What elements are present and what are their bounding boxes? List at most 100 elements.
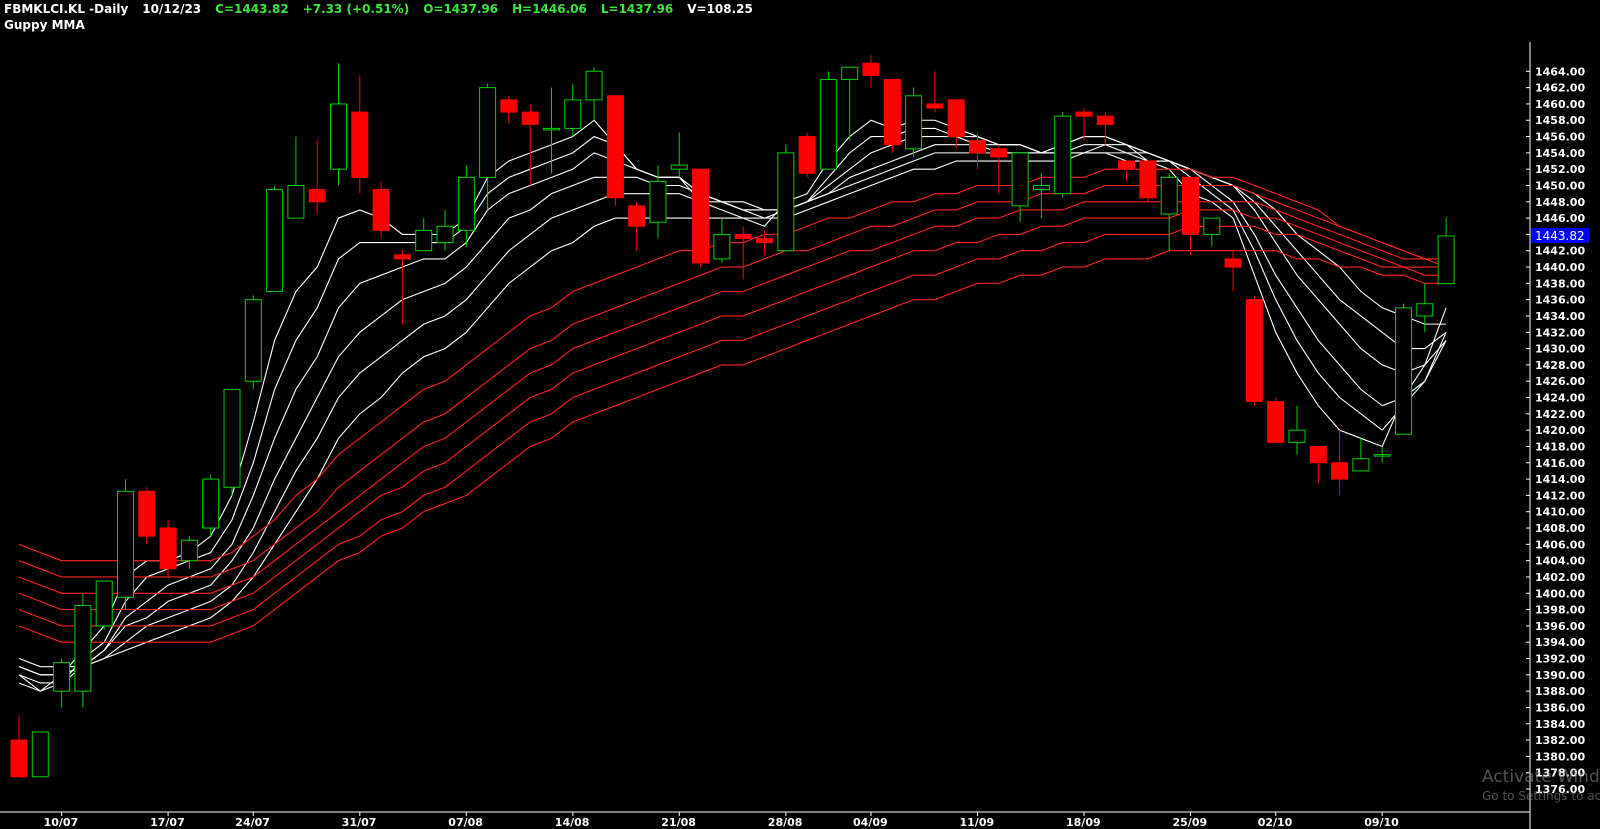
candle (670, 132, 688, 178)
candle-body (287, 184, 305, 219)
candle (1352, 438, 1370, 472)
candle (1096, 112, 1114, 145)
candle-body (734, 233, 752, 240)
y-tick-label: 1430.00 (1535, 343, 1585, 356)
candle-body (1096, 115, 1114, 125)
close-value: C=1443.82 (215, 2, 289, 16)
candle-body (330, 103, 347, 170)
candle-body (1011, 152, 1029, 207)
x-tick-label: 09/10 (1364, 816, 1399, 829)
x-tick-label: 14/08 (555, 816, 590, 829)
candle-body (202, 478, 220, 529)
candle (1437, 217, 1455, 285)
candle-body (351, 111, 369, 178)
candle (1373, 446, 1391, 463)
candle-body (1182, 176, 1199, 235)
y-tick-label: 1394.00 (1535, 636, 1585, 649)
y-tick-label: 1440.00 (1535, 261, 1585, 274)
candle-body (1032, 184, 1050, 191)
y-tick-label: 1438.00 (1535, 277, 1585, 290)
last-price-marker: 1443.82 (1531, 227, 1589, 243)
candle-body (457, 176, 475, 231)
candle (31, 731, 49, 778)
candle-body (138, 490, 156, 537)
candle-body (926, 103, 944, 109)
candlestick-chart: 1464.00 1462.00 1460.00 1458.00 1456.00 1454.… (0, 42, 1589, 829)
candle-body (266, 189, 284, 293)
candle-body (969, 140, 986, 154)
candle (734, 226, 752, 280)
y-tick-label: 1446.00 (1535, 212, 1585, 225)
candle (798, 132, 816, 178)
y-tick-label: 1432.00 (1535, 326, 1585, 339)
candle-body (95, 580, 113, 627)
candle-body (670, 164, 688, 170)
date-label: 10/12/23 (142, 2, 202, 16)
candle-body (53, 662, 71, 692)
candle (223, 388, 241, 496)
last-price-label: 1443.82 (1535, 229, 1585, 243)
candle (1224, 250, 1242, 292)
y-tick-label: 1420.00 (1535, 424, 1585, 437)
candle-body (308, 189, 326, 203)
y-tick-label: 1396.00 (1535, 620, 1585, 633)
candle-body (543, 127, 560, 131)
candle (330, 63, 347, 186)
candle (1245, 295, 1263, 406)
candle (628, 201, 646, 251)
y-tick-label: 1380.00 (1535, 750, 1585, 763)
y-tick-label: 1458.00 (1535, 114, 1585, 127)
candle (819, 71, 837, 170)
y-tick-label: 1414.00 (1535, 473, 1585, 486)
candle-body (1352, 458, 1370, 472)
x-tick-label: 02/10 (1258, 816, 1293, 829)
candle-body (713, 233, 731, 260)
x-tick-label: 17/07 (150, 816, 185, 829)
y-tick-label: 1434.00 (1535, 310, 1585, 323)
candle-body (74, 605, 92, 692)
y-tick-label: 1418.00 (1535, 440, 1585, 453)
candle (1331, 430, 1349, 496)
open-value: O=1437.96 (423, 2, 499, 16)
candle-body (1288, 429, 1306, 443)
y-tick-label: 1382.00 (1535, 734, 1585, 747)
y-tick-label: 1402.00 (1535, 571, 1585, 584)
change-value: +7.33 (+0.51%) (302, 2, 410, 16)
y-tick-label: 1450.00 (1535, 179, 1585, 192)
x-tick-label: 28/08 (768, 816, 803, 829)
candle-body (244, 299, 262, 382)
x-tick-label: 11/09 (960, 816, 995, 829)
candle (436, 209, 454, 251)
candle (1288, 405, 1306, 455)
candle (905, 87, 923, 157)
x-tick-label: 10/07 (44, 816, 79, 829)
candle (159, 519, 177, 577)
y-tick-label: 1424.00 (1535, 392, 1585, 405)
candle (415, 218, 433, 252)
candle-body (31, 731, 49, 778)
candle (883, 78, 901, 153)
candle (606, 95, 624, 206)
y-tick-label: 1416.00 (1535, 457, 1585, 470)
candle-body (628, 205, 646, 227)
candle (969, 132, 986, 170)
x-tick-label: 25/09 (1173, 816, 1208, 829)
y-tick-label: 1406.00 (1535, 538, 1585, 551)
candle (1160, 173, 1178, 251)
candle-body (1245, 299, 1263, 403)
candle (372, 181, 390, 239)
y-tick-label: 1422.00 (1535, 408, 1585, 421)
candle-body (1075, 111, 1093, 117)
candle-body (564, 99, 582, 129)
y-tick-label: 1410.00 (1535, 506, 1585, 519)
candle (990, 144, 1008, 194)
candle (74, 593, 92, 708)
candle-body (1224, 258, 1242, 268)
candle-body (798, 136, 816, 174)
candle (393, 250, 411, 325)
low-value: L=1437.96 (600, 2, 674, 16)
candle (926, 71, 944, 113)
candle (841, 66, 859, 141)
candle-body (1309, 445, 1327, 464)
y-tick-label: 1464.00 (1535, 65, 1585, 78)
